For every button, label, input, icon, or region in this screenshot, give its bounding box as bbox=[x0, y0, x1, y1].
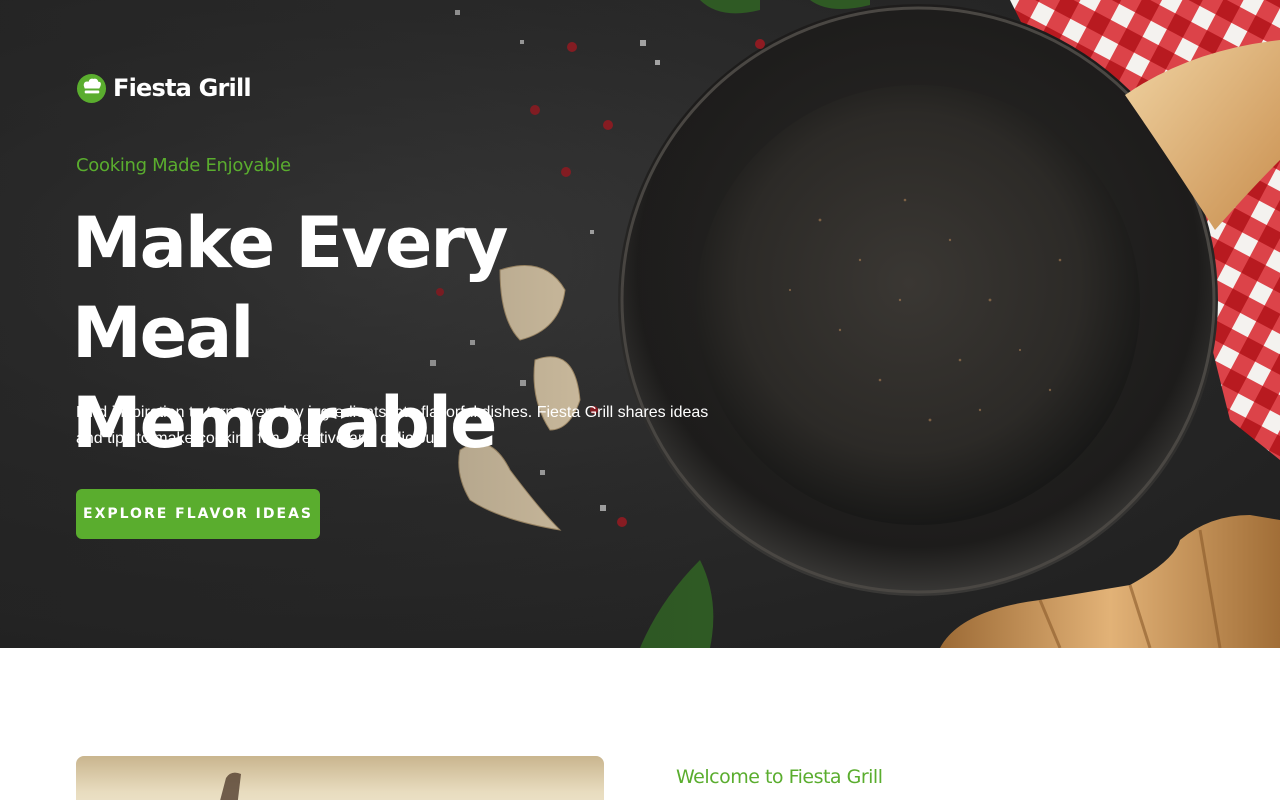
hero-eyebrow: Cooking Made Enjoyable bbox=[76, 155, 291, 176]
welcome-title: Welcome to Fiesta Grill bbox=[676, 766, 883, 788]
explore-flavor-ideas-button[interactable]: EXPLORE FLAVOR IDEAS bbox=[76, 489, 320, 539]
hero-lead: Find inspiration to turn everyday ingred… bbox=[76, 404, 709, 447]
welcome-image bbox=[76, 756, 604, 800]
hero-section: Fiesta Grill Cooking Made Enjoyable Make… bbox=[0, 0, 1280, 648]
chef-hat-icon bbox=[76, 73, 107, 103]
brand-name: Fiesta Grill bbox=[113, 74, 252, 102]
hero-headline-line1: Make Every Meal bbox=[72, 202, 508, 374]
welcome-image-art bbox=[220, 772, 241, 800]
brand-logo[interactable]: Fiesta Grill bbox=[76, 72, 252, 104]
